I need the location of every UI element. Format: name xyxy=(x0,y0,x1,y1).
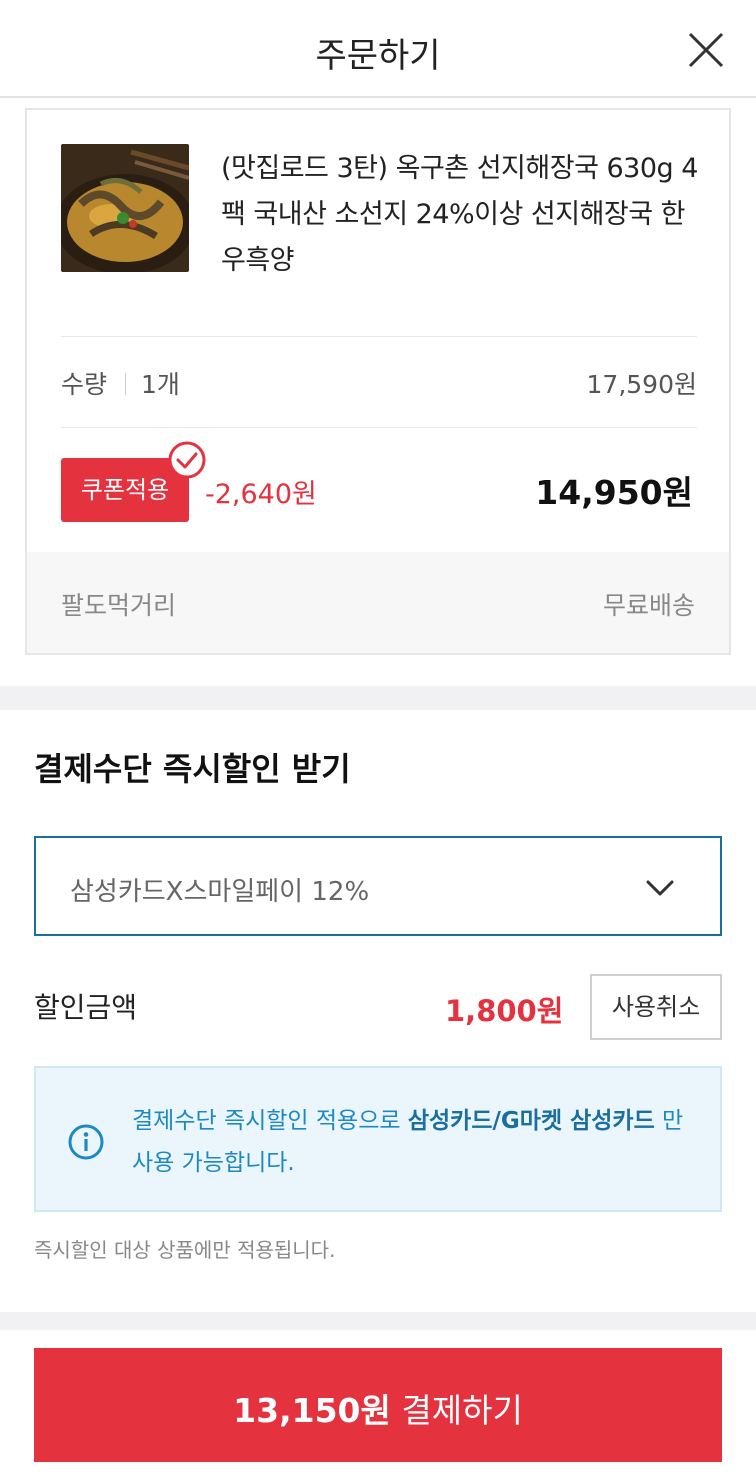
check-circle-icon xyxy=(167,440,207,480)
discount-note: 즉시할인 대상 상품에만 적용됩니다. xyxy=(34,1238,336,1262)
page-title: 주문하기 xyxy=(315,36,441,76)
quantity-row: 수량 1개 17,590원 xyxy=(61,365,697,401)
info-text-highlight: 삼성카드/G마켓 삼성카드 xyxy=(407,1108,655,1134)
pay-label: 결제하기 xyxy=(390,1391,523,1430)
chevron-down-icon xyxy=(644,872,676,904)
section-separator xyxy=(0,686,756,710)
product-thumbnail[interactable] xyxy=(61,144,189,272)
quantity-value: 1개 xyxy=(141,370,180,399)
seller-name[interactable]: 팔도먹거리 xyxy=(61,586,176,622)
pay-button-label: 13,150원 결제하기 xyxy=(34,1384,722,1432)
selected-payment-method: 삼성카드X스마일페이 12% xyxy=(70,877,370,907)
divider xyxy=(61,427,697,428)
quantity-label: 수량 xyxy=(61,370,108,399)
discount-amount: 1,800원 xyxy=(445,994,564,1028)
divider xyxy=(61,336,697,337)
section-title: 결제수단 즉시할인 받기 xyxy=(34,750,351,788)
close-icon[interactable] xyxy=(684,28,728,72)
info-message: 결제수단 즉시할인 적용으로 삼성카드/G마켓 삼성카드 만 사용 가능합니다. xyxy=(132,1100,702,1184)
shipping-info: 무료배송 xyxy=(602,591,695,620)
product-name[interactable]: (맛집로드 3탄) 옥구촌 선지해장국 630g 4팩 국내산 소선지 24%이… xyxy=(221,146,701,284)
cancel-discount-button[interactable]: 사용취소 xyxy=(590,974,722,1040)
product-card: (맛집로드 3탄) 옥구촌 선지해장국 630g 4팩 국내산 소선지 24%이… xyxy=(25,108,731,655)
payment-method-select[interactable]: 삼성카드X스마일페이 12% xyxy=(34,836,722,936)
pay-button[interactable]: 13,150원 결제하기 xyxy=(34,1348,722,1462)
info-box: 결제수단 즉시할인 적용으로 삼성카드/G마켓 삼성카드 만 사용 가능합니다. xyxy=(34,1066,722,1212)
discount-label: 할인금액 xyxy=(34,991,138,1024)
final-price: 14,950원 xyxy=(535,473,693,512)
pay-amount: 13,150원 xyxy=(233,1391,391,1430)
header: 주문하기 xyxy=(0,0,756,98)
info-icon xyxy=(66,1122,106,1162)
list-price: 17,590원 xyxy=(586,370,697,399)
info-text-prefix: 결제수단 즉시할인 적용으로 xyxy=(132,1108,408,1134)
coupon-discount: -2,640원 xyxy=(205,479,317,510)
section-separator xyxy=(0,1312,756,1330)
divider xyxy=(125,373,126,395)
seller-row: 팔도먹거리 무료배송 xyxy=(27,552,729,653)
